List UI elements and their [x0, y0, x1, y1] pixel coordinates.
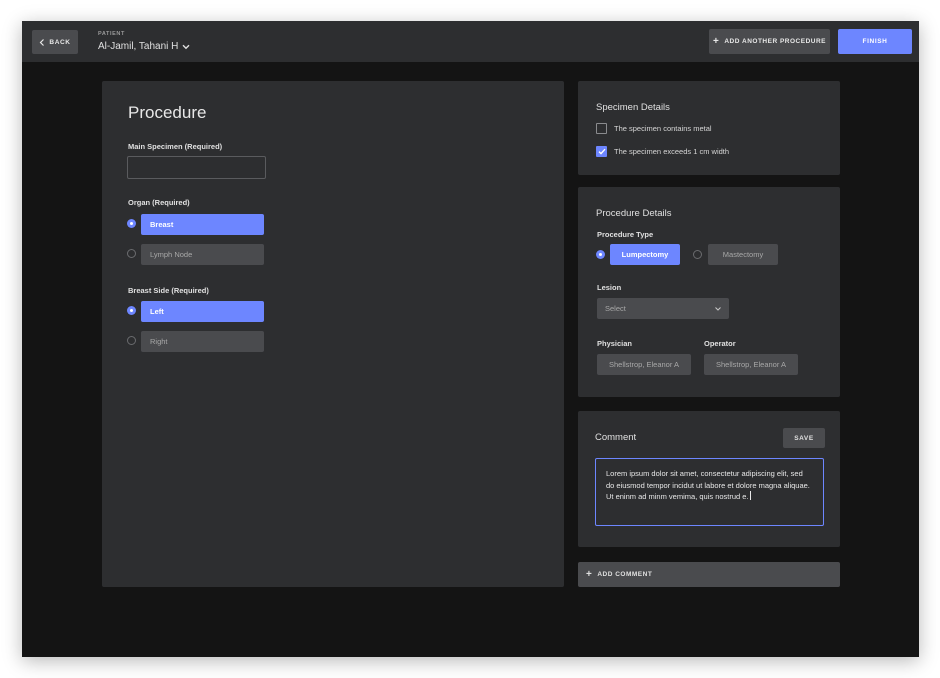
breast-side-label: Breast Side (Required): [128, 286, 209, 295]
main-specimen-label: Main Specimen (Required): [128, 142, 223, 151]
add-procedure-label: ADD ANOTHER PROCEDURE: [724, 38, 826, 45]
organ-label: Organ (Required): [128, 198, 190, 207]
procedure-type-lumpectomy[interactable]: Lumpectomy: [610, 244, 680, 265]
lesion-select[interactable]: Select: [597, 298, 729, 319]
add-comment-button[interactable]: + ADD COMMENT: [578, 562, 840, 587]
breast-side-option-right[interactable]: Right: [127, 331, 267, 352]
organ-option-label[interactable]: Lymph Node: [141, 244, 264, 265]
patient-name: Al-Jamil, Tahani H: [98, 41, 179, 52]
plus-icon: +: [713, 35, 720, 47]
text-caret: [749, 491, 751, 500]
specimen-details-panel: Specimen Details The specimen contains m…: [578, 81, 840, 175]
radio-unselected[interactable]: [127, 336, 136, 345]
check-label: The specimen exceeds 1 cm width: [614, 146, 730, 156]
plus-icon: +: [586, 568, 593, 580]
top-bar: BACK PATIENT Al-Jamil, Tahani H + ADD AN…: [22, 21, 919, 62]
main-specimen-input[interactable]: [127, 156, 266, 179]
check-label: The specimen contains metal: [614, 123, 712, 133]
lesion-select-value: Select: [605, 304, 626, 313]
back-button[interactable]: BACK: [32, 30, 78, 54]
app-window: BACK PATIENT Al-Jamil, Tahani H + ADD AN…: [22, 21, 919, 657]
patient-caption: PATIENT: [98, 31, 125, 37]
chevron-down-icon: [715, 306, 721, 311]
finish-button[interactable]: FINISH: [838, 29, 912, 54]
checkmark-icon: [598, 148, 606, 155]
operator-field[interactable]: Shellstrop, Eleanor A: [704, 354, 798, 375]
organ-option-label[interactable]: Breast: [141, 214, 264, 235]
organ-option-lymph-node[interactable]: Lymph Node: [127, 244, 267, 265]
procedure-type-mastectomy[interactable]: Mastectomy: [708, 244, 778, 265]
specimen-details-title: Specimen Details: [596, 102, 670, 113]
radio-unselected[interactable]: [693, 250, 702, 259]
comment-panel: Comment SAVE Lorem ipsum dolor sit amet,…: [578, 411, 840, 547]
comment-textarea[interactable]: Lorem ipsum dolor sit amet, consectetur …: [595, 458, 824, 526]
physician-label: Physician: [597, 339, 633, 348]
chevron-down-icon: [182, 44, 190, 49]
physician-field[interactable]: Shellstrop, Eleanor A: [597, 354, 691, 375]
procedure-panel: Procedure Main Specimen (Required) Organ…: [102, 81, 564, 587]
page-title: Procedure: [128, 103, 207, 122]
comment-title: Comment: [595, 432, 637, 443]
chevron-left-icon: [40, 38, 45, 46]
radio-selected[interactable]: [127, 219, 136, 228]
radio-unselected[interactable]: [127, 249, 136, 258]
radio-selected[interactable]: [596, 250, 605, 259]
save-button[interactable]: SAVE: [783, 428, 825, 448]
organ-option-breast[interactable]: Breast: [127, 214, 267, 235]
operator-label: Operator: [704, 339, 736, 348]
check-contains-metal[interactable]: The specimen contains metal: [596, 122, 712, 134]
add-comment-label: ADD COMMENT: [597, 571, 653, 578]
add-another-procedure-button[interactable]: + ADD ANOTHER PROCEDURE: [709, 29, 830, 54]
comment-text: Lorem ipsum dolor sit amet, consectetur …: [606, 469, 810, 501]
breast-side-option-label[interactable]: Left: [141, 301, 264, 322]
check-exceeds-width[interactable]: The specimen exceeds 1 cm width: [596, 145, 729, 157]
checkbox-unchecked[interactable]: [596, 122, 607, 134]
lesion-label: Lesion: [597, 283, 622, 292]
patient-selector[interactable]: Al-Jamil, Tahani H: [98, 41, 190, 52]
procedure-details-title: Procedure Details: [596, 208, 672, 219]
breast-side-option-left[interactable]: Left: [127, 301, 267, 322]
procedure-type-label: Procedure Type: [597, 230, 654, 239]
radio-selected[interactable]: [127, 306, 136, 315]
procedure-details-panel: Procedure Details Procedure Type Lumpect…: [578, 187, 840, 397]
checkbox-checked[interactable]: [596, 145, 607, 157]
breast-side-option-label[interactable]: Right: [141, 331, 264, 352]
back-button-label: BACK: [49, 38, 71, 46]
